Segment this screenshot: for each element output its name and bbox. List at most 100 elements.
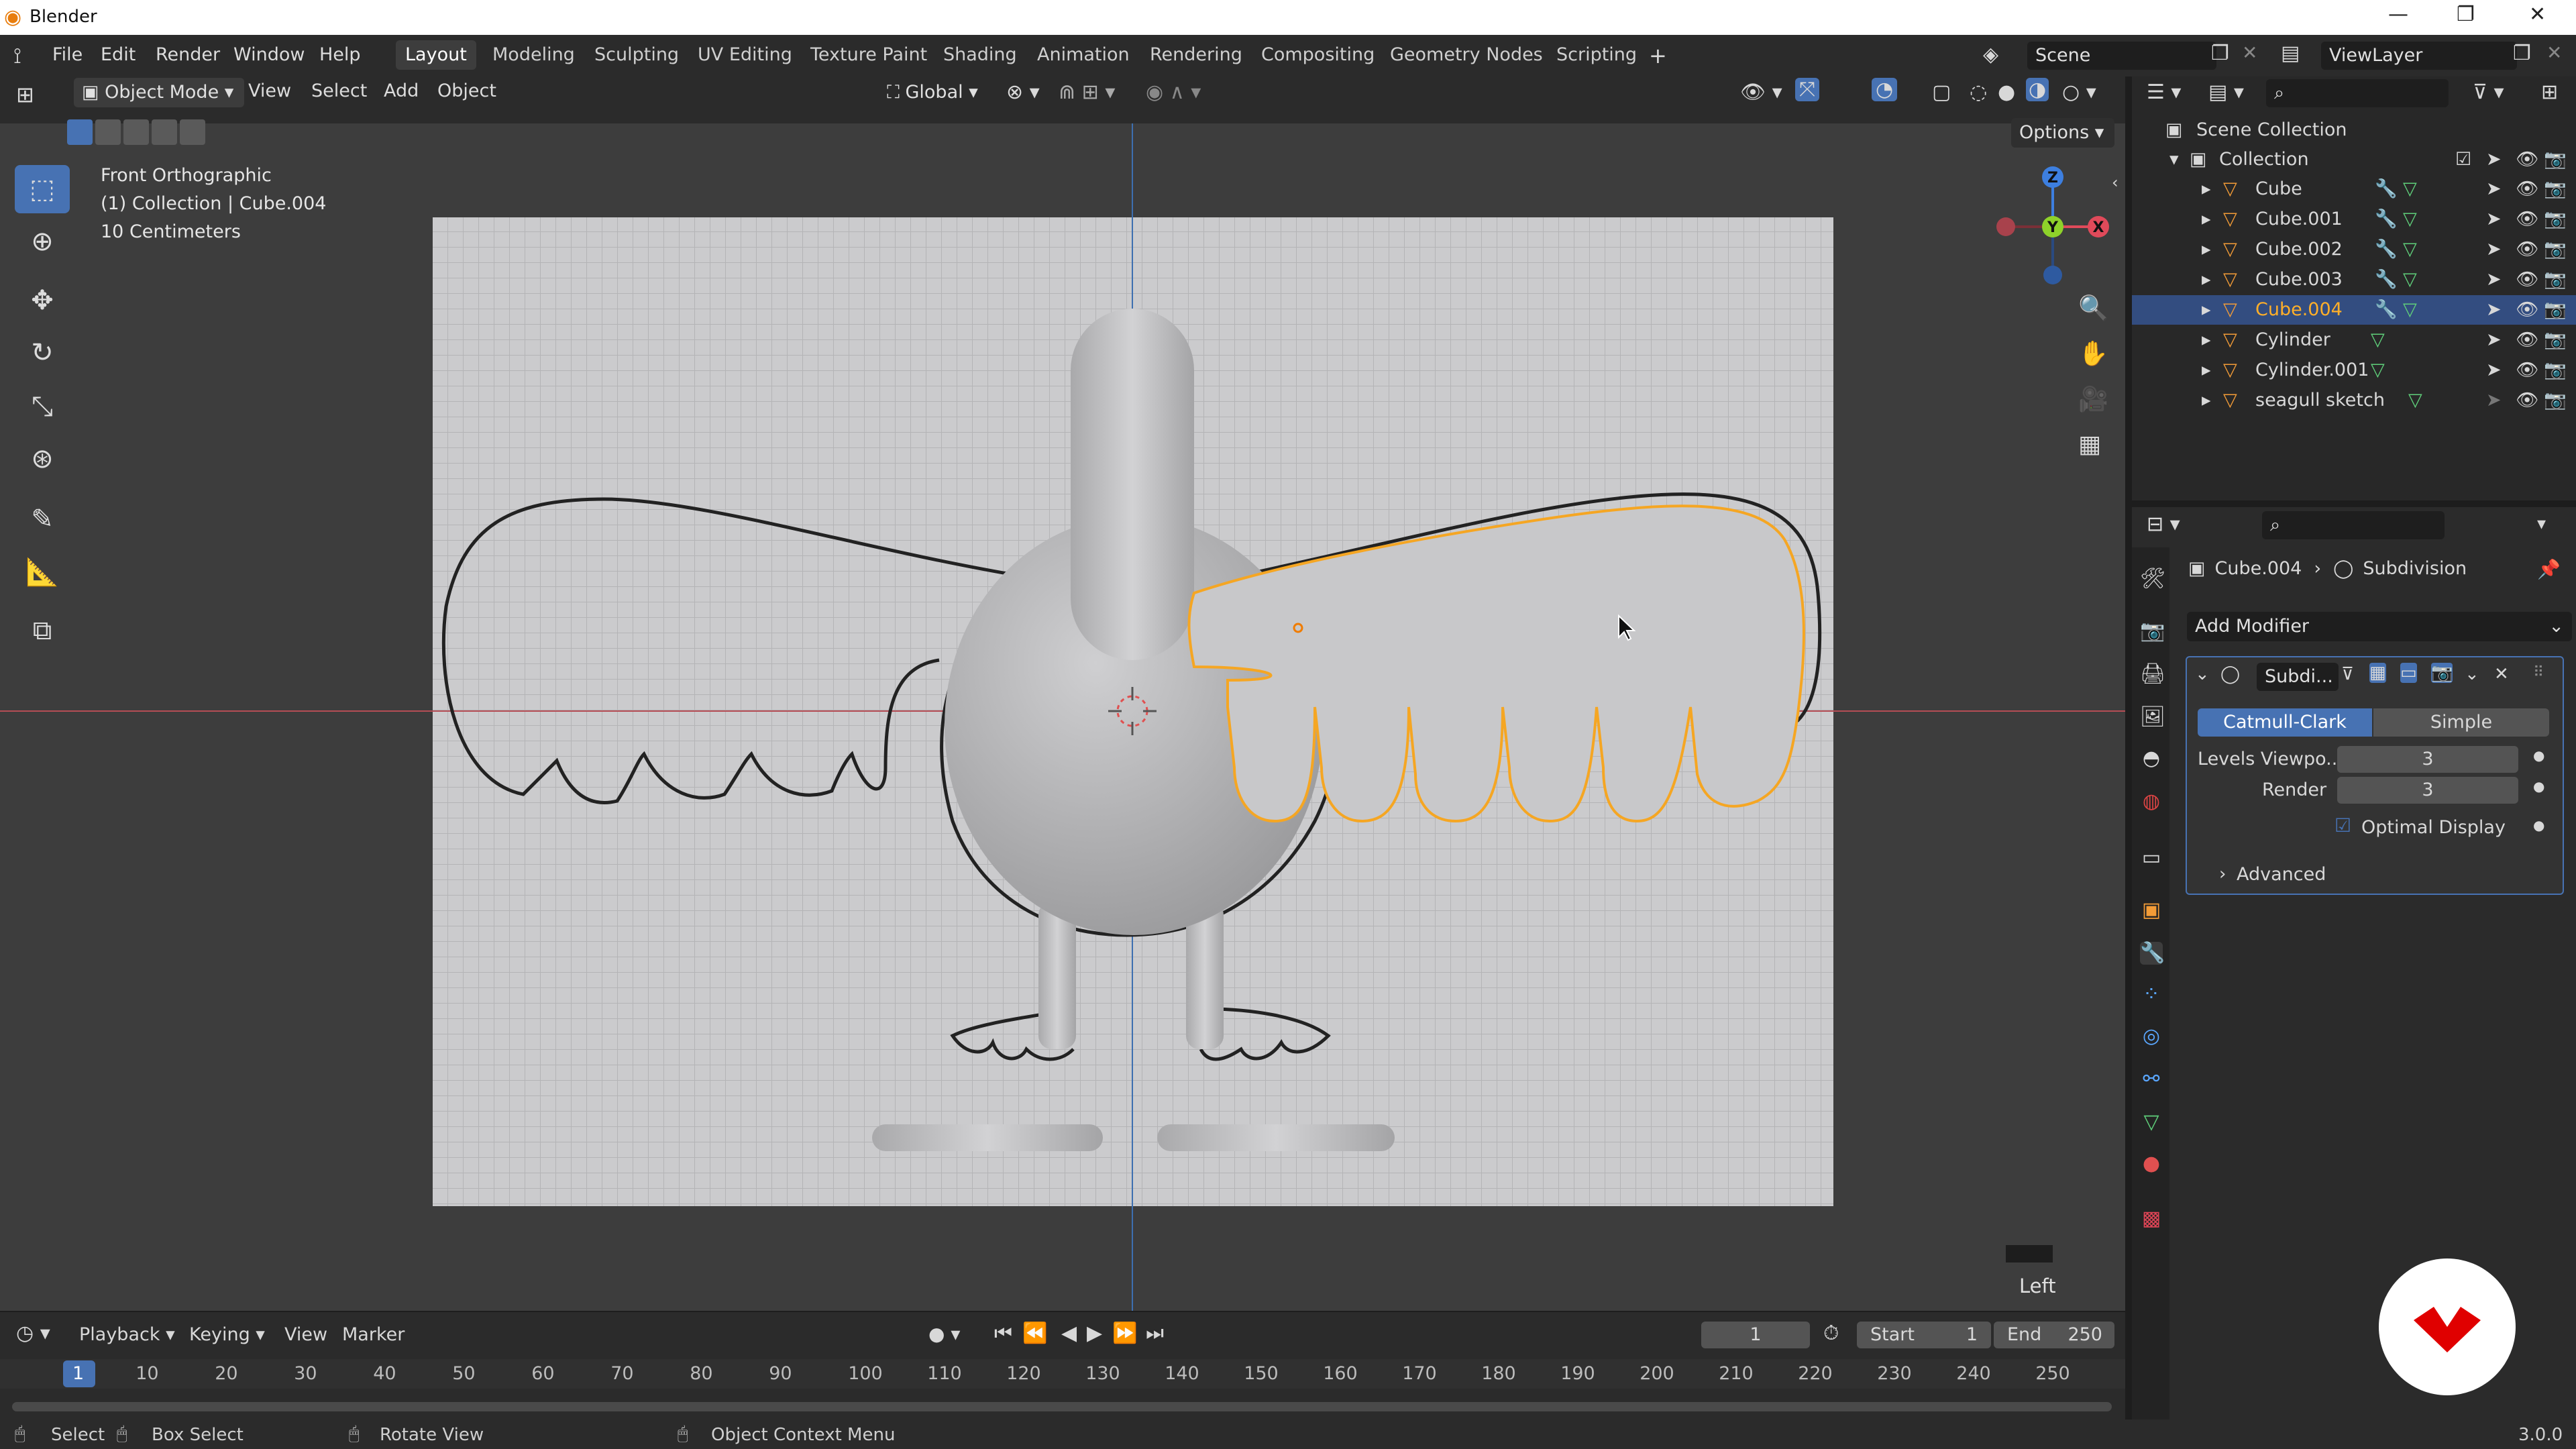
data-tab-icon[interactable]: ▽ — [2140, 1111, 2163, 1134]
collapse-arrow-icon[interactable]: ⌄ — [2195, 664, 2210, 684]
selectable-icon[interactable]: ➤ — [2486, 145, 2502, 174]
expand-arrow-icon[interactable]: ▸ — [2202, 235, 2211, 264]
scene-canvas[interactable] — [0, 123, 2125, 1311]
modifier-wrench-icon[interactable]: 🔧 — [2375, 295, 2398, 325]
visibility-eye-icon[interactable]: 👁 — [2516, 145, 2538, 174]
advanced-label[interactable]: Advanced — [2237, 864, 2326, 885]
keyframe-dot-icon[interactable]: ● — [2533, 778, 2544, 794]
world-tab-icon[interactable]: ◍ — [2140, 790, 2163, 813]
selectable-icon[interactable]: ➤ — [2486, 386, 2502, 415]
new-view-layer-icon[interactable]: ❐ — [2513, 42, 2531, 65]
texture-tab-icon[interactable]: ▩ — [2140, 1208, 2163, 1230]
delete-view-layer-icon[interactable]: ✕ — [2546, 42, 2562, 64]
outliner-item[interactable]: ▸ ▽ Cylinder.001 ▽ ➤ 👁 📷 — [2132, 356, 2576, 385]
expand-arrow-icon[interactable]: ▾ — [2169, 145, 2179, 174]
gizmo-toggle-icon[interactable]: ⤧ — [1795, 78, 1819, 101]
mesh-data-icon[interactable]: ▽ — [2403, 265, 2417, 294]
zoom-icon[interactable]: 🔍 — [2078, 294, 2108, 322]
tab-simple[interactable]: Simple — [2373, 708, 2549, 737]
render-camera-icon[interactable]: 📷 — [2544, 386, 2567, 415]
collection-tab-icon[interactable]: ▭ — [2140, 847, 2163, 869]
outliner-item[interactable]: ▸ ▽ Cube.004 🔧 ▽ ➤ 👁 📷 — [2132, 295, 2576, 325]
render-camera-icon[interactable]: 📷 — [2544, 265, 2567, 294]
tab-shading[interactable]: Shading — [934, 40, 1026, 70]
modifier-wrench-icon[interactable]: 🔧 — [2375, 174, 2398, 204]
tab-compositing[interactable]: Compositing — [1252, 40, 1384, 70]
left-leg[interactable] — [1038, 902, 1076, 1049]
visibility-eye-icon[interactable]: 👁 — [2516, 235, 2538, 264]
render-display-icon[interactable]: 📷 — [2431, 663, 2453, 683]
render-camera-icon[interactable]: 📷 — [2544, 356, 2567, 385]
snap-icon[interactable]: ⋒ ⊞ ▾ — [1059, 80, 1115, 104]
outliner-item[interactable]: ▸ ▽ Cube.002 🔧 ▽ ➤ 👁 📷 — [2132, 235, 2576, 264]
view-layer-tab-icon[interactable]: 🖼 — [2140, 706, 2165, 729]
on-cage-icon[interactable]: ⊽ — [2341, 664, 2354, 684]
edit-mode-icon[interactable]: ▦ — [2369, 663, 2386, 683]
advanced-expand-icon[interactable]: › — [2219, 864, 2226, 884]
particles-tab-icon[interactable]: ⁘ — [2140, 983, 2163, 1006]
constraints-tab-icon[interactable]: ⚯ — [2140, 1068, 2163, 1091]
mesh-data-icon[interactable]: ▽ — [2403, 295, 2417, 325]
editor-type-icon[interactable]: ⊞ — [16, 82, 34, 107]
menu-object[interactable]: Object — [437, 80, 496, 101]
jump-start-icon[interactable]: ⏮ — [994, 1322, 1012, 1345]
camera-view-icon[interactable]: 🎥 — [2078, 385, 2108, 413]
mesh-data-icon[interactable]: ▽ — [2403, 205, 2417, 234]
menu-file[interactable]: File — [52, 44, 83, 65]
modifier-wrench-icon[interactable]: 🔧 — [2375, 235, 2398, 264]
left-foot[interactable] — [872, 1124, 1103, 1151]
new-scene-icon[interactable]: ❐ — [2211, 42, 2229, 65]
scene-icon[interactable]: ◈ — [1983, 43, 1998, 66]
selectable-icon[interactable]: ➤ — [2486, 235, 2502, 264]
outliner-display-mode-icon[interactable]: ▤ ▾ — [2208, 80, 2244, 104]
view-layer-icon[interactable]: ▤ — [2281, 42, 2300, 65]
expand-arrow-icon[interactable]: ▸ — [2202, 265, 2211, 294]
pin-icon[interactable]: 📌 — [2537, 558, 2561, 580]
menu-timeline-view[interactable]: View — [284, 1324, 327, 1345]
expand-arrow-icon[interactable]: ▸ — [2202, 174, 2211, 204]
add-workspace-icon[interactable]: + — [1649, 43, 1667, 68]
modifier-name-field[interactable]: Subdi... — [2257, 663, 2339, 691]
right-foot[interactable] — [1157, 1124, 1395, 1151]
visibility-eye-icon[interactable]: 👁 — [2516, 386, 2538, 415]
play-icon[interactable]: ▶ — [1087, 1322, 1102, 1345]
current-frame-field[interactable]: 1 — [1701, 1322, 1810, 1348]
outliner-item[interactable]: ▸ ▽ Cube.001 🔧 ▽ ➤ 👁 📷 — [2132, 205, 2576, 234]
minimize-button[interactable]: — — [2388, 3, 2408, 26]
menu-keying[interactable]: Keying ▾ — [189, 1324, 265, 1345]
tab-rendering[interactable]: Rendering — [1140, 40, 1252, 70]
preview-range-icon[interactable]: ⏱ — [1823, 1322, 1839, 1345]
wireframe-shading-icon[interactable]: ◌ — [1970, 80, 1987, 104]
scene-tab-icon[interactable]: ◓ — [2140, 747, 2163, 770]
expand-arrow-icon[interactable]: ▸ — [2202, 295, 2211, 325]
expand-arrow-icon[interactable]: ▸ — [2202, 325, 2211, 355]
render-camera-icon[interactable]: 📷 — [2544, 145, 2567, 174]
new-collection-icon[interactable]: ⊞ — [2541, 80, 2558, 104]
overlay-toggle-icon[interactable]: ◔ — [1872, 78, 1898, 101]
add-modifier-dropdown[interactable]: Add Modifier ⌄ — [2187, 612, 2572, 641]
filter-icon[interactable]: ⊽ ▾ — [2473, 80, 2504, 104]
menu-add[interactable]: Add — [384, 80, 419, 101]
material-shading-icon[interactable]: ◑ — [2026, 78, 2049, 101]
menu-help[interactable]: Help — [319, 44, 361, 65]
properties-search[interactable]: ⌕ — [2262, 511, 2445, 539]
menu-select[interactable]: Select — [311, 80, 367, 101]
selectable-icon[interactable]: ➤ — [2486, 295, 2502, 325]
modifier-wrench-icon[interactable]: 🔧 — [2375, 265, 2398, 294]
expand-arrow-icon[interactable]: ▸ — [2202, 205, 2211, 234]
visibility-eye-icon[interactable]: 👁 — [2516, 174, 2538, 204]
outliner-item[interactable]: ▸ ▽ Cube 🔧 ▽ ➤ 👁 📷 — [2132, 174, 2576, 204]
timeline-editor-icon[interactable]: ◷ ▾ — [16, 1322, 50, 1345]
view-layer-field[interactable]: ViewLayer — [2321, 42, 2517, 70]
mesh-data-icon[interactable]: ▽ — [2371, 356, 2385, 385]
outliner-search[interactable]: ⌕ — [2266, 79, 2449, 107]
tab-uv-editing[interactable]: UV Editing — [688, 40, 802, 70]
tab-layout[interactable]: Layout — [396, 40, 476, 70]
selectable-icon[interactable]: ➤ — [2486, 265, 2502, 294]
outliner-scene-collection[interactable]: ▣ Scene Collection — [2132, 115, 2576, 145]
end-frame-field[interactable]: End 250 — [1994, 1322, 2114, 1348]
gizmo-neg-z-icon[interactable] — [2043, 266, 2062, 284]
menu-edit[interactable]: Edit — [101, 44, 136, 65]
modifier-tab-icon[interactable]: 🔧 — [2140, 942, 2165, 965]
modifier-menu-icon[interactable]: ⌄ — [2465, 664, 2479, 684]
